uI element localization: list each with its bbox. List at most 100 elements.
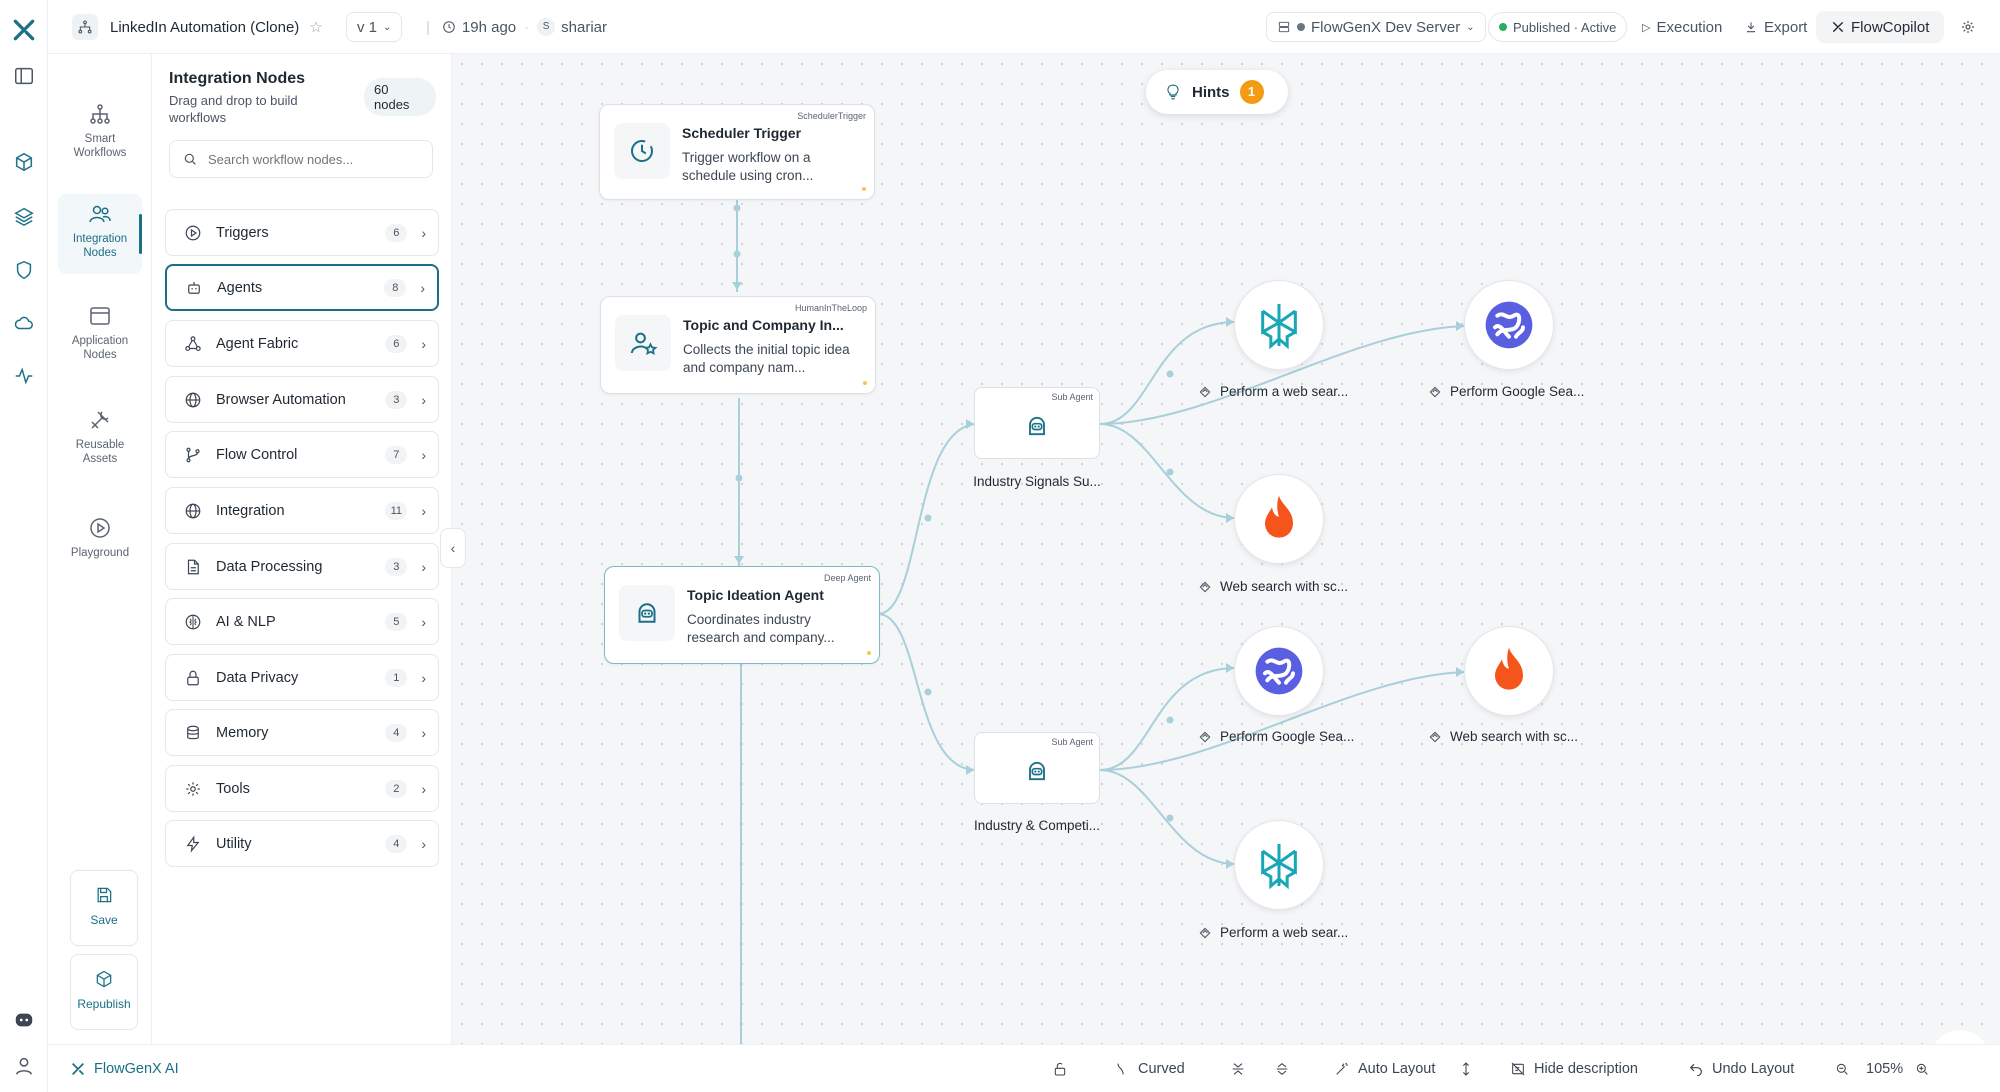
tool-node-perplexity-2[interactable] [1234,820,1324,910]
category-integration-nodes[interactable]: Integration Nodes [58,194,142,274]
expand-vertical-button[interactable] [1274,1045,1290,1092]
perplexity-icon [1261,304,1297,350]
execution-button[interactable]: ▷ Execution [1642,0,1722,54]
flowcopilot-button[interactable]: FlowCopilot [1816,0,1945,54]
tool-node-perplexity-1[interactable] [1234,280,1324,370]
node-category-label: AI & NLP [216,613,276,630]
robot-icon [188,281,200,294]
lock-canvas-button[interactable] [1052,1045,1068,1092]
save-button[interactable]: Save [70,870,138,946]
layout-direction-button[interactable] [1458,1045,1474,1092]
search-box[interactable] [169,140,433,178]
node-category-label: Browser Automation [216,391,346,408]
tool-link-icon [1429,731,1441,742]
chevron-right-icon: › [421,446,426,463]
clock-icon [614,123,670,179]
version-select[interactable]: v 1 ⌄ [346,0,403,54]
node-category-agents[interactable]: Agents 8 › [165,264,439,311]
cloud-icon[interactable] [6,305,42,341]
layers-icon[interactable] [6,198,42,234]
node-category-label: Memory [216,724,269,741]
tool-node-firecrawl-1[interactable] [1234,474,1324,564]
node-title: Topic Ideation Agent [687,587,824,603]
tool-label: Perform a web sear... [1198,384,1378,399]
node-category-count: 5 [385,612,408,631]
user-profile-icon[interactable] [6,1048,42,1084]
node-category-count: 6 [385,223,408,242]
serper-globe-icon [1255,647,1303,695]
hide-description-button[interactable]: Hide description [1510,1045,1638,1092]
tool-node-google-search-1[interactable] [1464,280,1554,370]
tool-node-firecrawl-2[interactable] [1464,626,1554,716]
gear-icon [186,781,200,796]
tools-icon [91,411,109,429]
edge-style-label: Curved [1138,1061,1185,1077]
document-icon [187,559,199,574]
activity-icon[interactable] [6,358,42,394]
node-category-label: Integration [216,502,285,519]
category-application-nodes[interactable]: Application Nodes [58,304,142,380]
zoom-out-icon [1836,1063,1848,1075]
workflow-icon [72,14,98,40]
node-category-data-privacy[interactable]: Data Privacy 1 › [165,654,439,701]
chat-bot-icon[interactable] [6,1002,42,1038]
edge-style-button[interactable]: Curved [1114,1045,1185,1092]
star-icon[interactable]: ☆ [309,18,322,36]
node-category-memory[interactable]: Memory 4 › [165,709,439,756]
category-label: Reusable Assets [75,439,125,465]
search-input[interactable] [208,151,418,167]
node-sub-agent-industry-competitors[interactable]: Sub Agent [974,732,1100,804]
republish-button[interactable]: Republish [70,954,138,1030]
workflow-title[interactable]: LinkedIn Automation (Clone) ☆ [72,0,323,54]
magic-wand-icon [1336,1062,1348,1075]
integration-nodes-panel: Integration Nodes Drag and drop to build… [152,54,452,1044]
collapse-panel-button[interactable]: ‹ [440,528,466,568]
category-label: Integration Nodes [72,233,128,259]
collapse-vertical-button[interactable] [1230,1045,1246,1092]
category-playground[interactable]: Playground [58,516,142,576]
server-select[interactable]: FlowGenX Dev Server ⌄ [1266,0,1486,54]
shield-icon[interactable] [6,252,42,288]
tool-link-icon [1199,927,1211,938]
flowgenx-ai-button[interactable]: FlowGenX AI [70,1045,179,1092]
tool-node-google-search-2[interactable] [1234,626,1324,716]
zoom-out-button[interactable] [1834,1045,1850,1092]
node-category-count: 1 [385,668,408,687]
sub-agent-label: Industry Signals Su... [973,474,1101,489]
zoom-in-button[interactable] [1914,1045,1930,1092]
chevron-right-icon: › [421,224,426,241]
node-category-integration[interactable]: Integration 11 › [165,487,439,534]
node-category-utility[interactable]: Utility 4 › [165,820,439,867]
sidebar-toggle-icon[interactable] [6,58,42,94]
node-topic-ideation-agent[interactable]: Deep Agent Topic Ideation Agent Coordina… [604,566,880,664]
node-category-tools[interactable]: Tools 2 › [165,765,439,812]
chevron-right-icon: › [421,502,426,519]
node-scheduler-trigger[interactable]: SchedulerTrigger Scheduler Trigger Trigg… [599,104,875,200]
node-category-data-processing[interactable]: Data Processing 3 › [165,543,439,590]
node-category-flow-control[interactable]: Flow Control 7 › [165,431,439,478]
node-category-label: Tools [216,780,250,797]
node-category-ai-nlp[interactable]: AI & NLP 5 › [165,598,439,645]
status-dot [867,651,871,655]
lightbulb-icon [1167,84,1179,100]
updated-time: 19h ago [461,18,517,36]
node-category-browser-automation[interactable]: Browser Automation 3 › [165,376,439,423]
node-topic-company-input[interactable]: HumanInTheLoop Topic and Company In... C… [600,296,876,394]
node-category-triggers[interactable]: Triggers 6 › [165,209,439,256]
chevron-right-icon: › [421,335,426,352]
auto-layout-button[interactable]: Auto Layout [1334,1045,1435,1092]
undo-layout-button[interactable]: Undo Layout [1688,1045,1794,1092]
category-smart-workflows[interactable]: Smart Workflows [58,98,142,172]
category-reusable-assets[interactable]: Reusable Assets [58,408,142,484]
tool-link-icon [1199,581,1211,592]
workflow-canvas[interactable]: Hints 1 SchedulerTrigger Scheduler Trigg… [452,54,2000,1044]
collapse-icon [1232,1063,1244,1075]
users-icon [89,205,111,223]
cube-icon[interactable] [6,144,42,180]
hints-button[interactable]: Hints 1 [1146,70,1288,114]
export-button[interactable]: Export [1744,0,1807,54]
settings-button[interactable] [1960,0,1976,54]
node-category-agent-fabric[interactable]: Agent Fabric 6 › [165,320,439,367]
flowgenx-logo-icon[interactable] [8,14,40,46]
node-sub-agent-industry-signals[interactable]: Sub Agent [974,387,1100,459]
